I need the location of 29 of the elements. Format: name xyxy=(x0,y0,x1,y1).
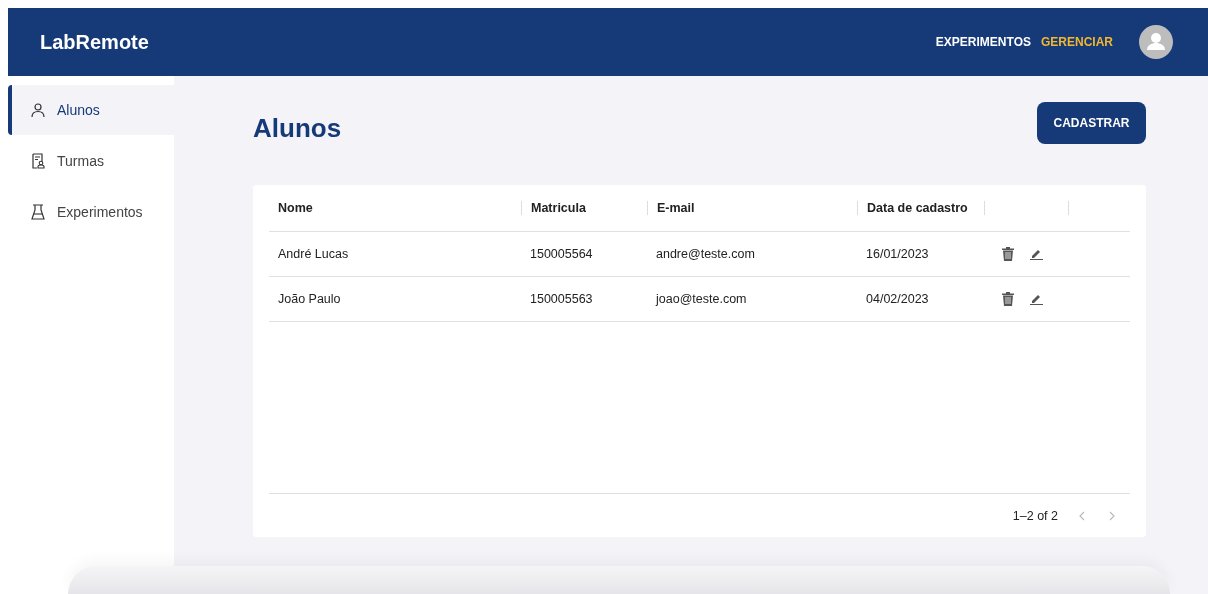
column-header: Data de cadastro xyxy=(867,201,968,215)
sidebar-item[interactable]: Turmas xyxy=(8,136,174,186)
pagination-range: 1–2 of 2 xyxy=(1012,508,1058,523)
table-cell: andre@teste.com xyxy=(656,247,755,261)
table-cell: joao@teste.com xyxy=(656,292,747,306)
app-logo: LabRemote xyxy=(40,30,149,54)
table-cell: 150005564 xyxy=(530,247,593,261)
table-cell: 04/02/2023 xyxy=(866,292,929,306)
nav-link[interactable]: GERENCIAR xyxy=(1041,31,1113,53)
edit-icon[interactable] xyxy=(1030,248,1043,260)
column-header: E-mail xyxy=(657,201,695,215)
person-icon xyxy=(30,102,46,118)
delete-icon[interactable] xyxy=(1002,247,1014,261)
avatar-icon[interactable] xyxy=(1139,25,1173,59)
table-cell: 16/01/2023 xyxy=(866,247,929,261)
document-person-icon xyxy=(30,153,46,169)
register-button[interactable]: CADASTRAR xyxy=(1037,101,1146,144)
nav-link[interactable]: EXPERIMENTOS xyxy=(935,31,1031,53)
column-header: Nome xyxy=(278,201,313,215)
sidebar-item[interactable]: Alunos xyxy=(8,85,174,135)
delete-icon[interactable] xyxy=(1002,292,1014,306)
flask-icon xyxy=(30,204,46,220)
edit-icon[interactable] xyxy=(1030,293,1043,305)
table-cell: André Lucas xyxy=(278,247,349,261)
page-title: Alunos xyxy=(253,112,342,144)
table-cell: João Paulo xyxy=(278,292,341,306)
table-cell: 150005563 xyxy=(530,292,593,306)
sidebar-item[interactable]: Experimentos xyxy=(8,187,174,237)
column-header: Matricula xyxy=(531,201,586,215)
